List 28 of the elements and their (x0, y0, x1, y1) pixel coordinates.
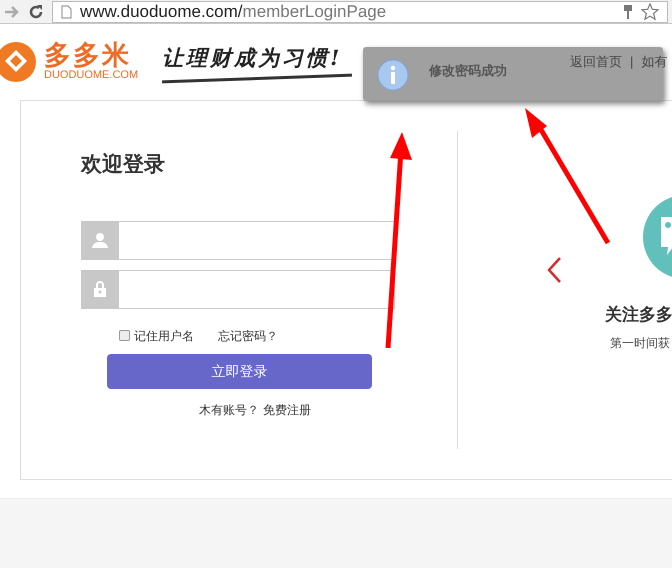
promo-subtitle: 第一时间获 (610, 335, 670, 352)
login-button[interactable]: 立即登录 (107, 354, 372, 388)
star-icon[interactable] (641, 2, 659, 20)
username-field[interactable] (119, 220, 395, 260)
login-title: 欢迎登录 (81, 152, 166, 178)
toast-message: 修改密码成功 (429, 62, 507, 80)
nav-separator: | (630, 53, 634, 71)
lock-icon (94, 281, 106, 297)
chat-bubble-icon (643, 195, 672, 279)
nav-link[interactable]: 返回首页 (570, 52, 622, 72)
logo-name: 多多米 (44, 42, 132, 69)
forgot-password-link[interactable]: 忘记密码？ (218, 326, 278, 344)
promo-title: 关注多多 (605, 304, 672, 326)
password-field[interactable] (119, 270, 395, 308)
page-icon (61, 4, 72, 18)
chevron-left-icon[interactable] (546, 256, 562, 284)
reload-icon[interactable] (28, 4, 44, 20)
info-icon (377, 59, 409, 91)
logo-domain: DUODUOME.COM (44, 68, 138, 82)
register-link[interactable]: 免费注册 (263, 400, 311, 418)
address-bar[interactable]: www.duoduome.com/memberLoginPage (52, 0, 668, 22)
slogan: 让理财成为习惯! (162, 44, 344, 70)
remember-label: 记住用户名 (134, 328, 194, 344)
user-icon (92, 232, 108, 248)
no-account-text: 木有账号？ (199, 402, 259, 418)
key-icon[interactable] (623, 4, 633, 20)
url-text: www.duoduome.com/memberLoginPage (80, 3, 388, 20)
checkbox[interactable] (119, 330, 130, 341)
